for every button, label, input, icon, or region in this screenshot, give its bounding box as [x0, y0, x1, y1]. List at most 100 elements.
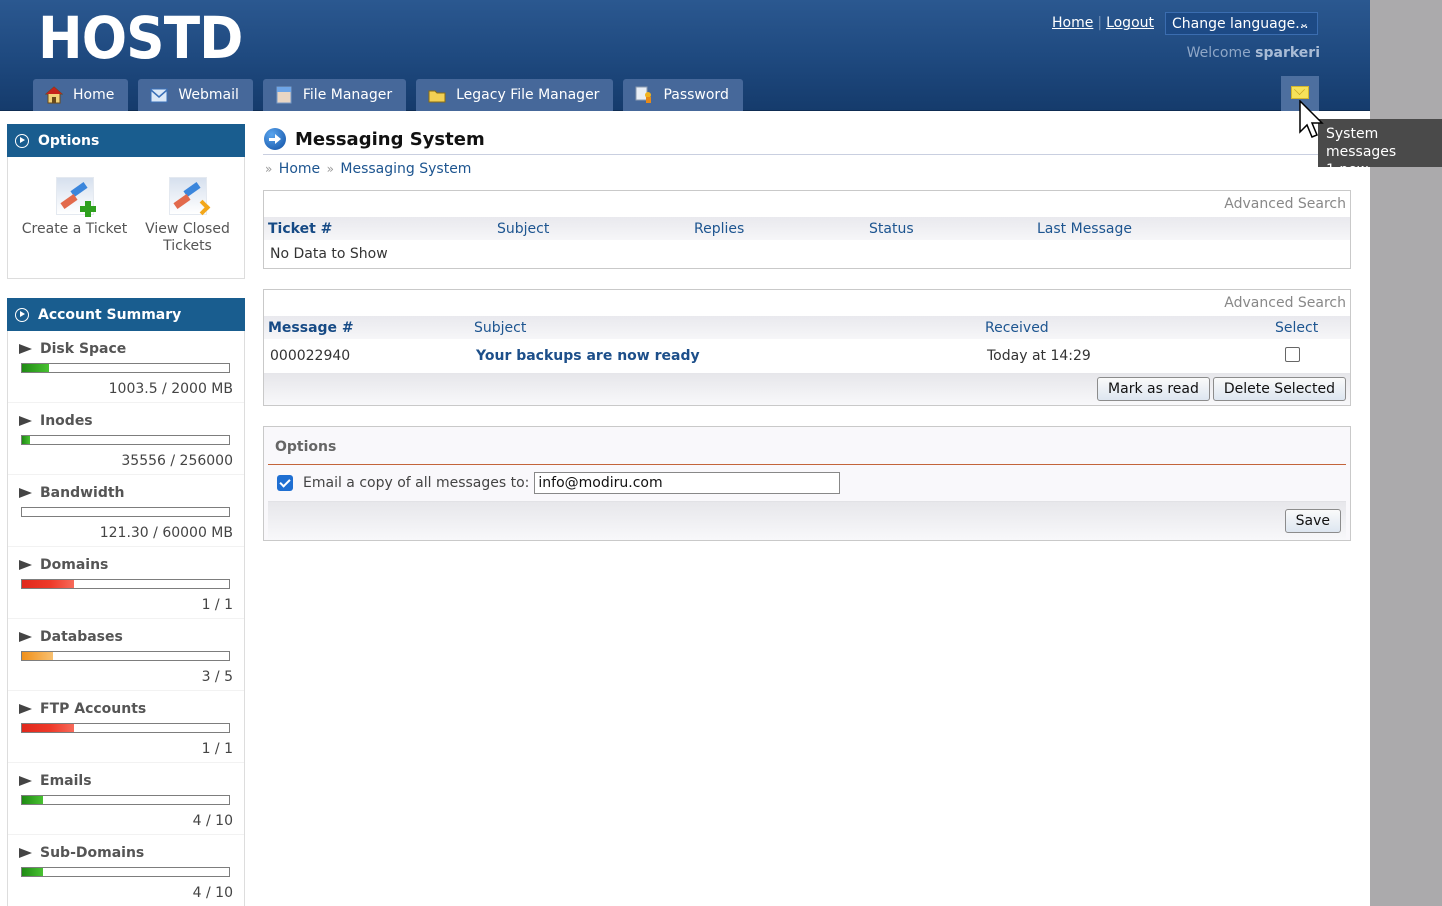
stat-title[interactable]: Emails: [19, 773, 233, 789]
circle-arrow-icon: [15, 307, 29, 322]
stat-title[interactable]: Disk Space: [19, 341, 233, 357]
tab-label: Legacy File Manager: [456, 87, 600, 103]
top-links: Home | Logout: [1052, 15, 1154, 31]
usage-bar-fill: [22, 724, 74, 732]
col-last-message[interactable]: Last Message: [1033, 221, 1132, 237]
arrow-right-icon: [19, 704, 32, 714]
col-ticket-number[interactable]: Ticket #: [264, 221, 493, 237]
tab-label: Home: [73, 87, 115, 103]
stat-title[interactable]: Inodes: [19, 413, 233, 429]
language-select[interactable]: Change language... ⌄: [1165, 12, 1318, 35]
save-button[interactable]: Save: [1284, 509, 1341, 533]
usage-bar: [21, 723, 230, 733]
stat-value: 1 / 1: [201, 741, 233, 757]
header: HOSTD Home | Logout Change language... ⌄ W…: [0, 0, 1370, 111]
separator: |: [1097, 15, 1103, 31]
stat-value: 4 / 10: [192, 885, 233, 901]
account-summary-title: Account Summary: [38, 306, 182, 323]
col-received[interactable]: Received: [981, 320, 1271, 336]
stat-name: Inodes: [40, 413, 93, 429]
message-subject-link[interactable]: Your backups are now ready: [470, 348, 981, 364]
message-row: 000022940 Your backups are now ready Tod…: [264, 339, 1350, 373]
language-select-value: Change language...: [1172, 16, 1309, 32]
tab-legacy-file-manager[interactable]: Legacy File Manager: [416, 79, 614, 111]
stat-title[interactable]: Bandwidth: [19, 485, 233, 501]
stat-title[interactable]: FTP Accounts: [19, 701, 233, 717]
tooltip-line-1: System messages: [1326, 126, 1397, 160]
view-closed-tickets-icon: [168, 177, 210, 216]
stat-inodes: Inodes 35556 / 256000: [8, 403, 244, 475]
stat-name: FTP Accounts: [40, 701, 147, 717]
stat-sub-domains: Sub-Domains 4 / 10: [8, 835, 244, 906]
tab-label: File Manager: [302, 87, 393, 103]
arrow-right-icon: [19, 632, 32, 642]
options-panel: Options Create a Ticket View Closed Tick…: [7, 124, 245, 279]
stat-title[interactable]: Databases: [19, 629, 233, 645]
usage-bar: [21, 867, 230, 877]
email-copy-input[interactable]: [534, 472, 841, 494]
col-subject[interactable]: Subject: [470, 320, 981, 336]
page-title-text: Messaging System: [295, 128, 485, 150]
stat-title[interactable]: Domains: [19, 557, 233, 573]
email-copy-checkbox[interactable]: [277, 475, 293, 491]
stat-name: Bandwidth: [40, 485, 125, 501]
col-status[interactable]: Status: [865, 221, 1033, 237]
tab-file-manager[interactable]: File Manager: [262, 79, 407, 111]
password-icon: [635, 86, 653, 104]
stat-name: Databases: [40, 629, 123, 645]
arrow-right-icon: [264, 128, 286, 150]
breadcrumb-messaging-system[interactable]: Messaging System: [340, 161, 471, 177]
usage-bar-fill: [22, 796, 43, 804]
view-closed-tickets-button[interactable]: View Closed Tickets: [131, 177, 244, 255]
options-actions: Save: [268, 502, 1346, 540]
breadcrumb-home[interactable]: Home: [279, 161, 320, 177]
stat-name: Sub-Domains: [40, 845, 145, 861]
arrow-right-icon: [19, 344, 32, 354]
stat-value: 1003.5 / 2000 MB: [108, 381, 233, 397]
page-title: Messaging System: [263, 124, 1351, 155]
delete-selected-button[interactable]: Delete Selected: [1212, 377, 1346, 401]
arrow-right-icon: [19, 560, 32, 570]
file-manager-icon: [275, 86, 293, 104]
usage-bar: [21, 363, 230, 373]
tab-home[interactable]: Home: [33, 79, 129, 111]
account-summary-panel: Account Summary Disk Space 1003.5 / 2000 …: [7, 298, 245, 906]
logout-link[interactable]: Logout: [1106, 15, 1154, 31]
home-icon: [44, 86, 64, 104]
col-replies[interactable]: Replies: [690, 221, 865, 237]
stat-title[interactable]: Sub-Domains: [19, 845, 233, 861]
welcome-prefix: Welcome: [1186, 45, 1251, 61]
messages-table: Advanced Search Message # Subject Receiv…: [263, 289, 1351, 406]
col-message-number[interactable]: Message #: [264, 320, 470, 336]
tab-webmail[interactable]: Webmail: [138, 79, 253, 111]
empty-text: No Data to Show: [270, 246, 388, 262]
email-copy-label: Email a copy of all messages to:: [303, 475, 530, 491]
tickets-empty-row: No Data to Show: [264, 240, 1350, 268]
tickets-advanced-search[interactable]: Advanced Search: [264, 191, 1350, 217]
home-link[interactable]: Home: [1052, 15, 1093, 31]
stats-list: Disk Space 1003.5 / 2000 MB Inodes 35556 / …: [8, 331, 244, 906]
col-subject[interactable]: Subject: [493, 221, 690, 237]
logo: HOSTD: [38, 4, 243, 72]
messages-advanced-search[interactable]: Advanced Search: [264, 290, 1350, 316]
usage-bar: [21, 507, 230, 517]
message-select-checkbox[interactable]: [1285, 346, 1300, 362]
stat-emails: Emails 4 / 10: [8, 763, 244, 835]
stat-name: Domains: [40, 557, 109, 573]
username: sparkeri: [1255, 45, 1320, 61]
options-panel-header[interactable]: Options: [7, 124, 245, 157]
page: HOSTD Home | Logout Change language... ⌄ W…: [0, 0, 1370, 906]
create-ticket-button[interactable]: Create a Ticket: [18, 177, 131, 255]
tooltip-line-2: 1 new: [1326, 162, 1369, 178]
mail-icon: [150, 86, 168, 104]
tab-label: Password: [663, 87, 729, 103]
main-content: Messaging System » Home » Messaging Syst…: [263, 124, 1351, 541]
stat-databases: Databases 3 / 5: [8, 619, 244, 691]
arrow-right-icon: [19, 848, 32, 858]
account-summary-header[interactable]: Account Summary: [7, 298, 245, 331]
mark-as-read-button[interactable]: Mark as read: [1097, 377, 1210, 401]
stat-value: 4 / 10: [192, 813, 233, 829]
stat-value: 3 / 5: [201, 669, 233, 685]
tab-password[interactable]: Password: [623, 79, 743, 111]
stat-value: 1 / 1: [201, 597, 233, 613]
